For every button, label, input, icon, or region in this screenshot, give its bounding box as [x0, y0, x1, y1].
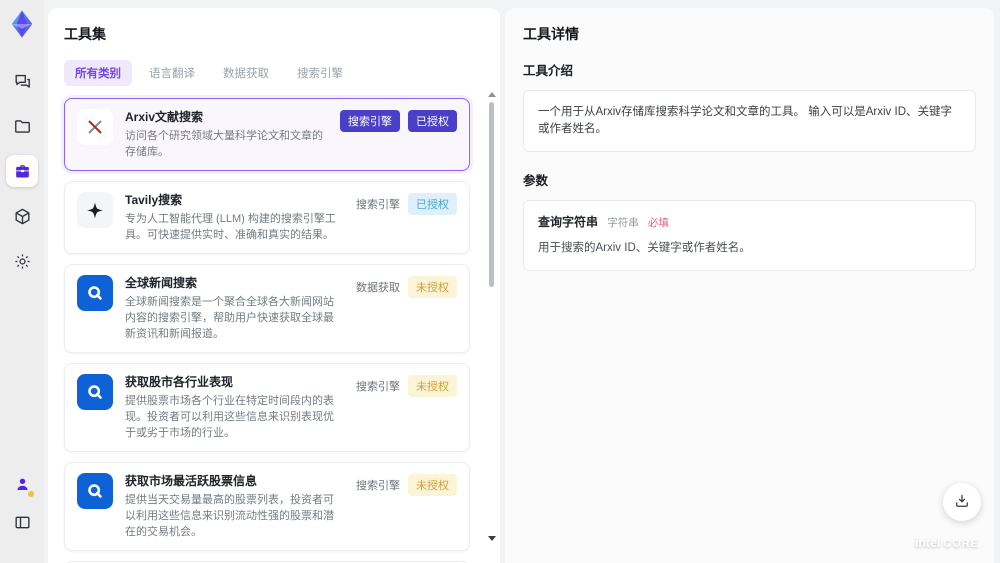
scrollbar-down-arrow-icon[interactable] [488, 536, 496, 541]
tool-detail-panel: 工具详情 工具介绍 一个用于从Arxiv存储库搜索科学论文和文章的工具。 输入可… [505, 8, 994, 563]
gear-icon [13, 252, 32, 271]
tool-list-panel: 工具集 所有类别 语言翻译 数据获取 搜索引擎 Arxiv文献搜索 访问各个研究… [48, 8, 500, 563]
scrollbar[interactable] [487, 92, 496, 559]
toolbox-icon [13, 162, 32, 181]
sidebar-item-cube[interactable] [6, 200, 38, 232]
tool-badges: 搜索引擎 已授权 [340, 109, 457, 160]
tool-auth-badge: 已授权 [408, 110, 457, 132]
download-icon [953, 492, 971, 513]
tool-text: 全球新闻搜索 全球新闻搜索是一个聚合全球各大新闻网站内容的搜索引擎，帮助用户快速… [125, 275, 344, 342]
params-heading: 参数 [523, 174, 549, 188]
tool-category-badge: 数据获取 [356, 282, 400, 294]
tool-text: Arxiv文献搜索 访问各个研究领域大量科学论文和文章的存储库。 [125, 109, 328, 160]
intro-text: 一个用于从Arxiv存储库搜索科学论文和文章的工具。 输入可以是Arxiv ID… [538, 106, 952, 135]
tool-card[interactable]: Tavily搜索 专为人工智能代理 (LLM) 构建的搜索引擎工具。可快速提供实… [64, 181, 470, 254]
tool-text: 获取市场最活跃股票信息 提供当天交易量最高的股票列表，投资者可以利用这些信息来识… [125, 473, 344, 540]
tool-description: 全球新闻搜索是一个聚合全球各大新闻网站内容的搜索引擎，帮助用户快速获取全球最新资… [125, 296, 334, 340]
status-dot [28, 491, 34, 497]
tool-description: 提供股票市场各个行业在特定时间段内的表现。投资者可以利用这些信息来识别表现优于或… [125, 395, 334, 439]
category-tab[interactable]: 搜索引擎 [286, 60, 354, 86]
sidebar-item-chat[interactable] [6, 65, 38, 97]
app-logo-diamond-icon [7, 9, 37, 39]
tool-title: Arxiv文献搜索 [125, 110, 204, 124]
q-search-icon [77, 275, 113, 311]
panel-toggle-icon[interactable] [6, 506, 38, 538]
tool-badges: 搜索引擎 已授权 [356, 192, 457, 243]
cube-icon [13, 207, 32, 226]
q-search-icon [77, 374, 113, 410]
folder-icon [13, 117, 32, 136]
tool-title: 全球新闻搜索 [125, 276, 198, 290]
param-description: 用于搜索的Arxiv ID、关键字或作者姓名。 [538, 242, 751, 254]
sidebar-item-folder[interactable] [6, 110, 38, 142]
tool-description: 专为人工智能代理 (LLM) 构建的搜索引擎工具。可快速提供实时、准确和真实的结… [125, 213, 336, 241]
sidebar-rail [0, 0, 44, 563]
tool-badges: 搜索引擎 未授权 [356, 473, 457, 540]
page-title: 工具集 [64, 26, 106, 42]
param-type: 字符串 [607, 217, 639, 229]
param-box: 查询字符串 字符串 必填 用于搜索的Arxiv ID、关键字或作者姓名。 [523, 200, 976, 271]
param-name: 查询字符串 [538, 215, 599, 229]
brand-intel-text: intel [914, 535, 941, 550]
tool-card[interactable]: 全球新闻搜索 全球新闻搜索是一个聚合全球各大新闻网站内容的搜索引擎，帮助用户快速… [64, 264, 470, 353]
chat-bubbles-icon [13, 72, 32, 91]
scrollbar-thumb[interactable] [489, 102, 494, 287]
tool-auth-badge: 未授权 [408, 474, 457, 496]
tavily-star-icon [77, 192, 113, 228]
intel-core-logo: intel CORE [915, 535, 979, 550]
sidebar-item-toolbox[interactable] [6, 155, 38, 187]
tool-title: 获取市场最活跃股票信息 [125, 474, 258, 488]
tool-category-badge: 搜索引擎 [340, 110, 400, 132]
tool-text: 获取股市各行业表现 提供股票市场各个行业在特定时间段内的表现。投资者可以利用这些… [125, 374, 344, 441]
download-button[interactable] [943, 483, 981, 521]
tool-category-badge: 搜索引擎 [356, 480, 400, 492]
tool-auth-badge: 已授权 [408, 193, 457, 215]
category-tab[interactable]: 数据获取 [212, 60, 280, 86]
category-tabs: 所有类别 语言翻译 数据获取 搜索引擎 [64, 60, 484, 86]
q-search-icon [77, 473, 113, 509]
app-window: 工具集 所有类别 语言翻译 数据获取 搜索引擎 Arxiv文献搜索 访问各个研究… [0, 0, 1000, 563]
tool-description: 访问各个研究领域大量科学论文和文章的存储库。 [125, 130, 323, 158]
scrollbar-up-arrow-icon[interactable] [488, 92, 496, 97]
tool-category-badge: 搜索引擎 [356, 381, 400, 393]
category-tab[interactable]: 所有类别 [64, 60, 132, 86]
tool-badges: 搜索引擎 未授权 [356, 374, 457, 441]
tool-title: 获取股市各行业表现 [125, 375, 234, 389]
tool-badges: 数据获取 未授权 [356, 275, 457, 342]
tool-list: Arxiv文献搜索 访问各个研究领域大量科学论文和文章的存储库。 搜索引擎 已授… [64, 98, 484, 563]
param-header: 查询字符串 字符串 必填 [538, 214, 961, 232]
tool-card[interactable]: 获取股市各行业表现 提供股票市场各个行业在特定时间段内的表现。投资者可以利用这些… [64, 363, 470, 452]
category-tab[interactable]: 语言翻译 [138, 60, 206, 86]
tool-description: 提供当天交易量最高的股票列表，投资者可以利用这些信息来识别流动性强的股票和潜在的… [125, 494, 334, 538]
tool-auth-badge: 未授权 [408, 375, 457, 397]
arxiv-x-icon [77, 109, 113, 145]
content-panels: 工具集 所有类别 语言翻译 数据获取 搜索引擎 Arxiv文献搜索 访问各个研究… [44, 0, 1000, 563]
intro-box: 一个用于从Arxiv存储库搜索科学论文和文章的工具。 输入可以是Arxiv ID… [523, 90, 976, 152]
tool-category-badge: 搜索引擎 [356, 199, 400, 211]
sidebar-item-settings[interactable] [6, 245, 38, 277]
tool-card[interactable]: 获取市场最活跃股票信息 提供当天交易量最高的股票列表，投资者可以利用这些信息来识… [64, 462, 470, 551]
tool-card[interactable]: Arxiv文献搜索 访问各个研究领域大量科学论文和文章的存储库。 搜索引擎 已授… [64, 98, 470, 171]
tool-auth-badge: 未授权 [408, 276, 457, 298]
detail-title: 工具详情 [523, 26, 579, 42]
user-avatar-icon[interactable] [6, 468, 38, 500]
param-required-flag: 必填 [647, 217, 669, 229]
tool-text: Tavily搜索 专为人工智能代理 (LLM) 构建的搜索引擎工具。可快速提供实… [125, 192, 344, 243]
tool-title: Tavily搜索 [125, 193, 183, 207]
intro-heading: 工具介绍 [523, 64, 574, 78]
brand-core-text: CORE [943, 538, 979, 550]
